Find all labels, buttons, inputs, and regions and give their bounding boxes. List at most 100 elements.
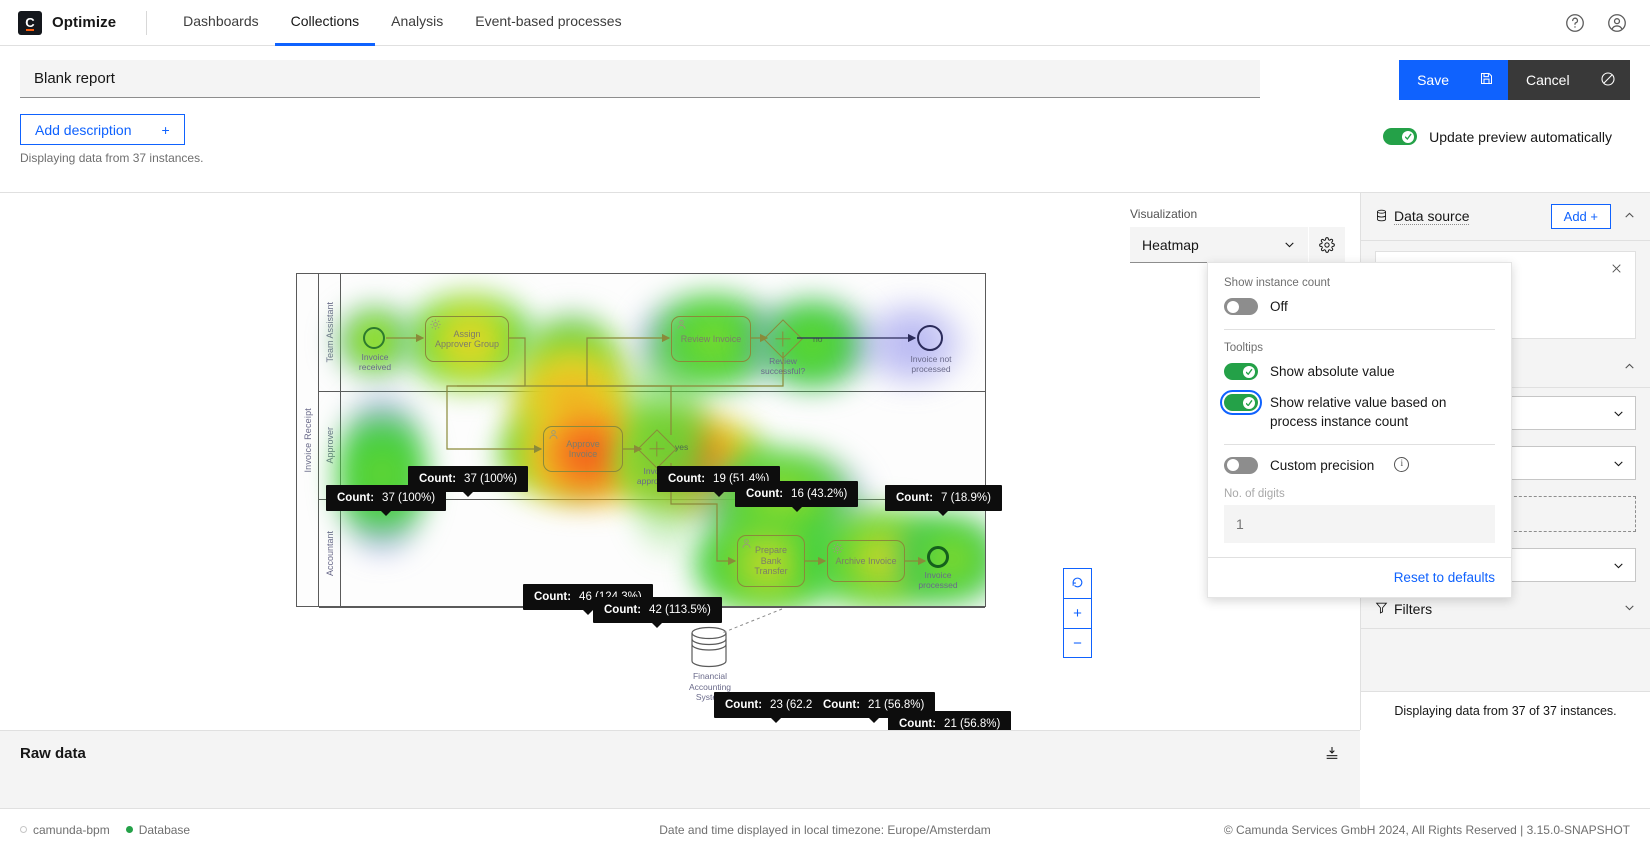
nav-right-actions — [1564, 12, 1650, 34]
tooltip-value: 37 (100%) — [464, 473, 517, 485]
chevron-down-icon — [1612, 559, 1625, 572]
save-icon — [1479, 71, 1494, 89]
logo-letter: C — [25, 15, 34, 30]
invoice-processed-event[interactable] — [927, 546, 949, 568]
brand: C Optimize — [0, 11, 116, 35]
tooltip-invoice-processed: Count: 21 (56.8%) — [888, 711, 1011, 730]
chevron-down-icon — [1612, 407, 1625, 420]
invoice-received-event[interactable] — [363, 327, 385, 349]
tooltip-label: Count: — [823, 699, 860, 711]
visualization-settings-popover: Show instance count Off Tooltips Show ab… — [1207, 262, 1512, 598]
digits-input[interactable] — [1224, 505, 1495, 543]
custom-precision-toggle[interactable] — [1224, 457, 1258, 474]
top-navigation-bar: C Optimize Dashboards Collections Analys… — [0, 0, 1650, 46]
tooltip-label: Count: — [534, 591, 571, 603]
show-relative-value-toggle[interactable] — [1224, 394, 1258, 411]
database-icon — [1375, 209, 1388, 225]
cancel-button[interactable]: Cancel — [1508, 60, 1630, 100]
invoice-processed-label: Invoiceprocessed — [897, 570, 979, 590]
data-source-card-actions — [1610, 262, 1623, 278]
save-button[interactable]: Save — [1399, 60, 1508, 100]
reset-zoom-button[interactable] — [1063, 568, 1092, 598]
filters-title: Filters — [1394, 601, 1432, 617]
footer-connections: camunda-bpm Database — [20, 823, 190, 837]
prepare-bank-transfer-label: PrepareBankTransfer — [754, 545, 787, 576]
chevron-down-icon — [1612, 457, 1625, 470]
flow-label-no: no — [813, 334, 822, 344]
collapse-section-2-icon[interactable] — [1623, 360, 1636, 376]
nav-divider — [146, 11, 147, 35]
tooltip-value: 16 (43.2%) — [791, 488, 847, 500]
show-absolute-value-label: Show absolute value — [1270, 363, 1395, 381]
nav-tab-analysis[interactable]: Analysis — [375, 0, 459, 46]
visualization-settings-button[interactable] — [1309, 227, 1345, 263]
update-preview-toggle[interactable] — [1383, 128, 1417, 145]
approve-invoice-label: ApproveInvoice — [566, 439, 600, 460]
show-absolute-value-toggle[interactable] — [1224, 363, 1258, 380]
tooltip-review-successful: Count: 16 (43.2%) — [735, 481, 858, 507]
zoom-out-button[interactable]: − — [1063, 628, 1092, 658]
visualization-select[interactable]: Heatmap — [1130, 227, 1308, 263]
config-panel-footer-note: Displaying data from 37 of 37 instances. — [1361, 691, 1650, 730]
zoom-in-button[interactable]: + — [1063, 598, 1092, 628]
footer-timezone: Date and time displayed in local timezon… — [659, 823, 991, 837]
message-flow-dashed — [718, 607, 784, 635]
add-data-source-button[interactable]: Add + — [1551, 204, 1611, 229]
tooltip-label: Count: — [746, 488, 783, 500]
show-absolute-value-row: Show absolute value — [1224, 363, 1495, 381]
invoice-not-processed-label: Invoice notprocessed — [890, 354, 972, 374]
nav-tab-event-based-processes[interactable]: Event-based processes — [459, 0, 637, 46]
cancel-icon — [1600, 71, 1616, 90]
reset-to-defaults-link[interactable]: Reset to defaults — [1394, 570, 1495, 585]
nav-tab-dashboards[interactable]: Dashboards — [167, 0, 275, 46]
database-status-dot — [126, 826, 133, 833]
toggle-knob — [1243, 366, 1255, 378]
invoice-not-processed-event[interactable] — [917, 325, 943, 351]
tooltip-invoice-approved: Count:42 (113.5%) — [593, 597, 722, 623]
visualization-selected-value: Heatmap — [1142, 237, 1199, 253]
report-action-buttons: Save Cancel — [1399, 60, 1630, 100]
service-task-gear-icon — [429, 318, 442, 331]
close-icon[interactable] — [1610, 262, 1623, 278]
tooltip-value: 21 (56.8%) — [868, 699, 924, 711]
raw-data-bar: Raw data — [0, 730, 1360, 808]
database-status: Database — [126, 823, 190, 837]
tooltip-value: 37 (100%) — [382, 492, 435, 504]
popover-divider-2 — [1224, 444, 1495, 445]
add-description-button[interactable]: Add description + — [20, 114, 185, 145]
filters-actions — [1623, 601, 1636, 617]
instance-count-toggle[interactable] — [1224, 298, 1258, 315]
tooltip-value: 7 (18.9%) — [941, 492, 991, 504]
info-icon[interactable]: i — [1394, 457, 1409, 472]
camunda-logo-icon: C — [18, 11, 42, 35]
chevron-down-icon — [1283, 238, 1296, 251]
custom-precision-row: Custom precision i — [1224, 457, 1495, 475]
config-section-2-actions — [1623, 360, 1636, 376]
engine-status-dot — [20, 826, 27, 833]
download-icon[interactable] — [1324, 745, 1340, 766]
tooltip-assign-approver-group: Count: 37 (100%) — [408, 466, 528, 492]
save-button-label: Save — [1417, 72, 1449, 88]
nav-tab-collections[interactable]: Collections — [275, 0, 375, 46]
config-panel-empty-area — [1361, 629, 1650, 691]
engine-status: camunda-bpm — [20, 823, 110, 837]
toggle-knob — [1402, 131, 1414, 143]
help-circle-icon[interactable] — [1564, 12, 1586, 34]
diagram-canvas[interactable]: Invoice Receipt Team Assistant Approver … — [0, 193, 1112, 730]
tooltip-label: Count: — [419, 473, 456, 485]
digits-field-label: No. of digits — [1224, 488, 1495, 500]
data-source-title: Data source — [1394, 208, 1469, 225]
popover-divider-1 — [1224, 329, 1495, 330]
tooltip-label: Count: — [337, 492, 374, 504]
update-preview-control: Update preview automatically — [1383, 128, 1630, 145]
tooltip-label: Count: — [604, 604, 641, 616]
collapse-data-source-icon[interactable] — [1623, 209, 1636, 225]
visualization-row: Heatmap — [1130, 227, 1360, 263]
user-avatar-icon[interactable] — [1606, 12, 1628, 34]
expand-filters-icon[interactable] — [1623, 601, 1636, 617]
user-task-person-icon — [547, 428, 560, 441]
archive-invoice-label: Archive Invoice — [835, 556, 896, 566]
tooltip-value: 21 (56.8%) — [944, 718, 1000, 730]
tooltip-label: Count: — [899, 718, 936, 730]
report-title-input[interactable] — [20, 60, 1260, 98]
